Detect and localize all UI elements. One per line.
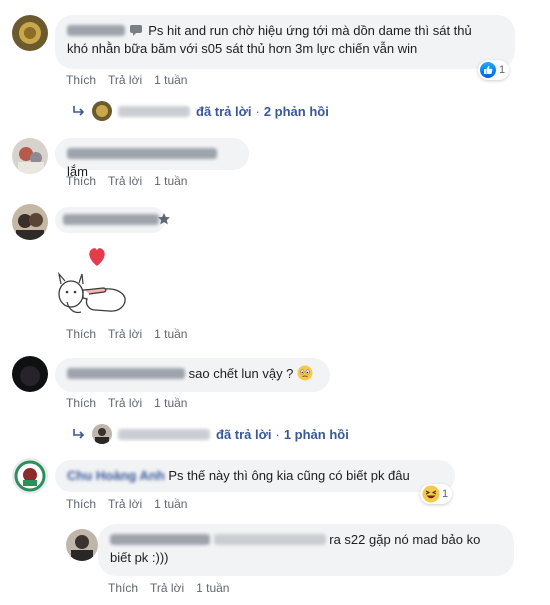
- reply-button[interactable]: Trả lời: [108, 174, 142, 188]
- avatar[interactable]: [66, 529, 98, 561]
- timestamp[interactable]: 1 tuần: [154, 327, 187, 341]
- reply-button[interactable]: Trả lời: [108, 396, 142, 410]
- comment-text-line2: khó nhằn bữa băm với s05 sát thủ hơn 3m …: [67, 41, 418, 56]
- avatar-image: [12, 15, 48, 51]
- avatar-image: [66, 529, 98, 561]
- reply-button[interactable]: Trả lời: [108, 73, 142, 87]
- reaction-count: 1: [442, 488, 449, 500]
- like-icon: [480, 62, 496, 78]
- chat-emoji-icon: [129, 25, 142, 36]
- avatar[interactable]: [12, 356, 48, 392]
- comment-bubble: sao chết lun vậy ?: [55, 358, 330, 392]
- comment-actions: Thích Trả lời 1 tuần: [66, 174, 199, 188]
- heart-sticker[interactable]: [55, 244, 133, 318]
- separator: ·: [275, 426, 280, 442]
- view-replies[interactable]: đã trả lời · 2 phản hồi: [72, 101, 329, 121]
- reply-button[interactable]: Trả lời: [150, 581, 184, 595]
- avatar[interactable]: [12, 15, 48, 51]
- like-button[interactable]: Thích: [66, 174, 96, 188]
- view-replies[interactable]: đã trả lời · 1 phản hồi: [72, 424, 349, 444]
- confused-face-emoji: [297, 365, 313, 381]
- timestamp[interactable]: 1 tuần: [154, 73, 187, 87]
- avatar[interactable]: [12, 458, 48, 494]
- replier-name-redacted: [118, 105, 190, 117]
- reaction-badge[interactable]: 1: [478, 60, 510, 80]
- avatar-image: [12, 138, 48, 174]
- author-name[interactable]: Chu Hoàng Anh: [67, 468, 165, 483]
- comment-actions: Thích Trả lời 1 tuần: [66, 396, 199, 410]
- comment-bubble: ra s22 gặp nó mad bảo ko biết pk :))): [98, 524, 514, 576]
- author-name-redacted[interactable]: [110, 534, 210, 545]
- comment-actions: Thích Trả lời 1 tuần: [66, 497, 199, 511]
- comment-bubble: lắm: [55, 138, 249, 179]
- replier-avatar: [92, 424, 112, 444]
- reply-arrow-icon: [73, 429, 85, 439]
- comment-text: ra s22 gặp nó mad bảo ko: [329, 532, 481, 547]
- comment-actions: Thích Trả lời 1 tuần: [66, 327, 199, 341]
- like-button[interactable]: Thích: [66, 497, 96, 511]
- replier-avatar: [92, 101, 112, 121]
- author-name-redacted[interactable]: [67, 25, 125, 36]
- avatar-image: [12, 204, 48, 240]
- like-button[interactable]: Thích: [66, 73, 96, 87]
- reply-count: 2 phản hồi: [263, 103, 329, 119]
- haha-icon: [422, 485, 440, 503]
- avatar[interactable]: [12, 138, 48, 174]
- like-button[interactable]: Thích: [66, 327, 96, 341]
- timestamp[interactable]: 1 tuần: [196, 581, 229, 595]
- reply-button[interactable]: Trả lời: [108, 497, 142, 511]
- author-name-redacted[interactable]: [63, 214, 159, 225]
- reaction-count: 1: [499, 64, 506, 76]
- avatar[interactable]: [12, 204, 48, 240]
- comment-text: Ps hit and run chờ hiệu ứng tới mà dồn d…: [148, 23, 472, 38]
- author-name-redacted[interactable]: [67, 148, 217, 159]
- like-button[interactable]: Thích: [108, 581, 138, 595]
- comment-text-line2: biết pk :))): [110, 550, 169, 565]
- separator: ·: [255, 103, 260, 119]
- reply-button[interactable]: Trả lời: [108, 327, 142, 341]
- comment-bubble: Ps hit and run chờ hiệu ứng tới mà dồn d…: [55, 15, 515, 69]
- replier-name-redacted: [118, 428, 210, 440]
- comment-actions: Thích Trả lời 1 tuần: [66, 73, 199, 87]
- timestamp[interactable]: 1 tuần: [154, 174, 187, 188]
- replied-label: đã trả lời: [216, 426, 272, 442]
- comment-bubble: Chu Hoàng Anh Ps thế này thì ông kia cũn…: [55, 460, 455, 492]
- reaction-badge[interactable]: 1: [420, 484, 453, 504]
- comment-text: sao chết lun vậy ?: [188, 366, 294, 381]
- star-icon: [158, 213, 170, 225]
- comment-actions: Thích Trả lời 1 tuần: [108, 581, 241, 595]
- avatar-image: [12, 356, 48, 392]
- timestamp[interactable]: 1 tuần: [154, 396, 187, 410]
- comment-bubble: [55, 207, 165, 233]
- timestamp[interactable]: 1 tuần: [154, 497, 187, 511]
- reply-count: 1 phản hồi: [283, 426, 349, 442]
- replied-label: đã trả lời: [196, 103, 252, 119]
- mention-redacted[interactable]: [213, 534, 326, 545]
- reply-arrow-icon: [73, 106, 85, 116]
- like-button[interactable]: Thích: [66, 396, 96, 410]
- author-name-redacted[interactable]: [67, 368, 185, 379]
- comment-text: Ps thế này thì ông kia cũng có biết pk đ…: [168, 468, 410, 483]
- avatar-image: [12, 458, 48, 494]
